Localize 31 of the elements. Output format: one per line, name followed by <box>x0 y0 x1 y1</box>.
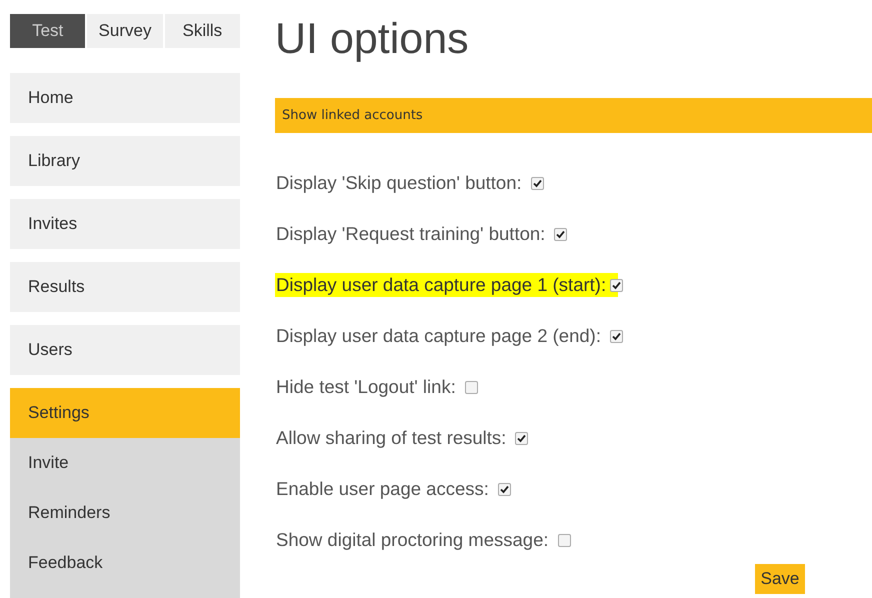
option-label: Show digital proctoring message: <box>275 528 550 552</box>
checkbox[interactable] <box>530 176 544 190</box>
nav-item[interactable]: Home <box>10 73 240 123</box>
checkbox[interactable] <box>464 380 478 394</box>
tab[interactable]: Test <box>10 14 86 48</box>
tab[interactable]: Skills <box>164 14 240 48</box>
option-label: Enable user page access: <box>275 477 490 501</box>
submenu-item[interactable]: Feedback <box>10 538 240 588</box>
nav-item[interactable]: Settings <box>10 388 240 438</box>
checkbox[interactable] <box>610 278 624 292</box>
option-label: Allow sharing of test results: <box>275 426 508 450</box>
nav-item[interactable]: Library <box>10 136 240 186</box>
save-button[interactable]: Save <box>755 564 805 594</box>
checkbox[interactable] <box>498 482 511 496</box>
checkbox[interactable] <box>554 228 568 240</box>
option-label: Display user data capture page 1 (start): <box>275 273 618 297</box>
linked-accounts-bar[interactable]: Show linked accounts <box>275 98 872 133</box>
option-label: Display 'Skip question' button: <box>275 171 523 195</box>
submenu-item[interactable]: Invite <box>10 438 240 488</box>
tab[interactable]: Survey <box>87 14 163 48</box>
nav-item[interactable]: Invites <box>10 199 240 249</box>
option-label: Display 'Request training' button: <box>275 222 546 246</box>
submenu-item[interactable]: Reminders <box>10 488 240 538</box>
checkbox[interactable] <box>610 330 623 342</box>
option-label: Hide test 'Logout' link: <box>275 375 457 399</box>
checkbox[interactable] <box>515 432 528 444</box>
nav-item[interactable]: Results <box>10 262 240 312</box>
option-label: Display user data capture page 2 (end): <box>275 324 602 348</box>
checkbox[interactable] <box>558 534 571 546</box>
page-title: UI options <box>275 14 470 64</box>
nav-item[interactable]: Users <box>10 325 240 375</box>
